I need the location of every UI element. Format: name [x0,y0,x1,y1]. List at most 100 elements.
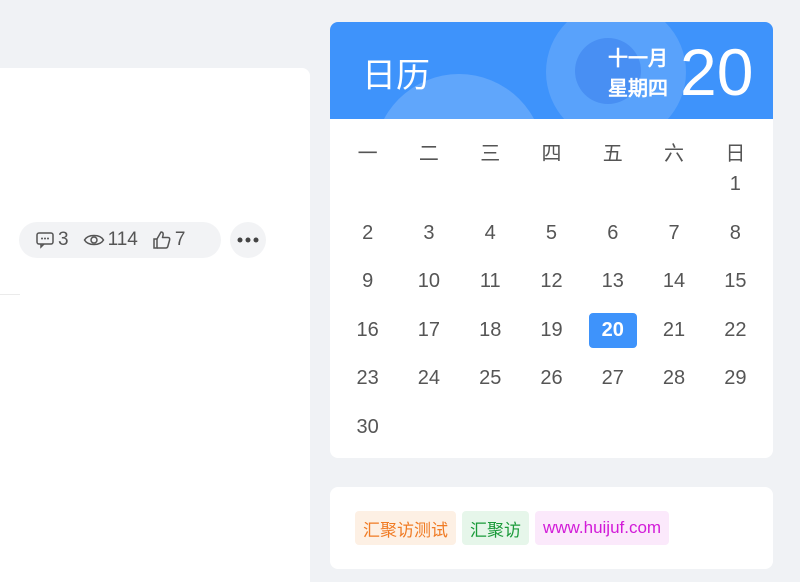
calendar-cell [705,410,766,459]
calendar-day[interactable]: 23 [344,361,392,396]
calendar-cell: 21 [643,313,704,362]
calendar-day[interactable]: 4 [466,216,514,251]
calendar-day[interactable]: 10 [405,264,453,299]
calendar-cell: 8 [705,216,766,265]
calendar-day[interactable]: 17 [405,313,453,348]
eye-icon [83,234,104,246]
calendar-cell: 3 [398,216,459,265]
calendar-day[interactable]: 9 [344,264,392,299]
weekday-header: 二 [418,142,439,165]
tag-link[interactable]: www.huijuf.com [535,511,670,545]
calendar-cell: 25 [460,361,521,410]
calendar-day[interactable]: 19 [527,313,575,348]
calendar-cell: 30 [337,410,398,459]
calendar-grid: 一 二 三 四 五 六 日 1 2 3 4 5 6 7 8 9 10 11 12 13 14 15 16 17 1… [337,135,766,458]
more-options-button[interactable] [230,222,266,258]
calendar-cell: 26 [521,361,582,410]
calendar-day[interactable]: 27 [589,361,637,396]
calendar-day[interactable]: 14 [650,264,698,299]
comment-icon [36,232,54,249]
weekday-header: 四 [541,142,562,165]
calendar-cell: 11 [460,264,521,313]
calendar-day[interactable]: 28 [650,361,698,396]
tag-link[interactable]: 汇聚访测试 [355,511,456,545]
calendar-cell: 12 [521,264,582,313]
calendar-cell [582,410,643,459]
calendar-cell: 22 [705,313,766,362]
calendar-cell [460,410,521,459]
divider [0,294,20,295]
calendar-cell: 23 [337,361,398,410]
weekday-header: 日 [725,142,746,165]
calendar-cell: 10 [398,264,459,313]
calendar-month: 十一月 [608,48,668,70]
weekday-header: 五 [602,142,623,165]
calendar-header: 日历 十一月 星期四 20 [330,22,773,119]
calendar-current-day: 20 [680,35,754,109]
calendar-cell [337,167,398,216]
post-card [0,68,310,582]
calendar-day[interactable]: 24 [405,361,453,396]
calendar-week-row: 9 10 11 12 13 14 15 [337,264,766,313]
calendar-day-today[interactable]: 20 [588,312,637,348]
calendar-cell [460,167,521,216]
like-count[interactable]: 7 [152,229,186,251]
calendar-cell [643,410,704,459]
calendar-day[interactable]: 26 [527,361,575,396]
calendar-weekday: 星期四 [608,78,668,100]
calendar-cell: 27 [582,361,643,410]
calendar-cell [398,167,459,216]
calendar-day[interactable]: 15 [711,264,759,299]
calendar-day[interactable]: 11 [466,264,514,299]
calendar-cell [521,167,582,216]
calendar-day[interactable]: 12 [527,264,575,299]
calendar-cell [582,167,643,216]
calendar-day[interactable]: 8 [711,216,759,251]
calendar-title: 日历 [362,57,430,95]
calendar-cell: 29 [705,361,766,410]
calendar-cell: 13 [582,264,643,313]
calendar-cell: 5 [521,216,582,265]
calendar-day[interactable]: 13 [589,264,637,299]
calendar-week-row: 1 [337,167,766,216]
calendar-cell: 7 [643,216,704,265]
calendar-day[interactable]: 16 [344,313,392,348]
calendar-cell: 4 [460,216,521,265]
more-dots-icon [237,237,259,243]
like-count-value: 7 [174,229,186,250]
calendar-day[interactable]: 22 [711,313,759,348]
calendar-day[interactable]: 3 [405,216,453,251]
calendar-cell: 24 [398,361,459,410]
calendar-cell: 18 [460,313,521,362]
calendar-day[interactable]: 2 [344,216,392,251]
comment-count[interactable]: 3 [35,229,69,251]
calendar-day[interactable]: 18 [466,313,514,348]
calendar-day[interactable]: 21 [650,313,698,348]
calendar-day[interactable]: 25 [466,361,514,396]
calendar-widget: 日历 十一月 星期四 20 一 二 三 四 五 六 日 1 2 3 4 5 6 7 8 9 10 1… [330,22,773,458]
calendar-day[interactable]: 29 [711,361,759,396]
calendar-week-row: 30 [337,410,766,459]
calendar-cell: 14 [643,264,704,313]
tag-link[interactable]: 汇聚访 [462,511,529,545]
calendar-cell: 15 [705,264,766,313]
calendar-cell [521,410,582,459]
calendar-cell: 6 [582,216,643,265]
thumbs-up-icon [153,231,171,249]
post-stats: 3 114 7 [19,222,221,258]
calendar-day[interactable]: 6 [589,216,637,251]
calendar-cell: 17 [398,313,459,362]
calendar-cell: 9 [337,264,398,313]
calendar-cell: 2 [337,216,398,265]
calendar-cell: 19 [521,313,582,362]
weekday-header: 三 [480,142,501,165]
calendar-week-row: 16 17 18 19 20 21 22 [337,312,766,362]
weekday-header: 六 [664,142,685,165]
tag-cloud: 汇聚访测试 汇聚访 www.huijuf.com [330,487,773,569]
calendar-day[interactable]: 7 [650,216,698,251]
calendar-day[interactable]: 1 [711,167,759,202]
weekday-header-row: 一 二 三 四 五 六 日 [337,135,766,167]
calendar-day[interactable]: 30 [344,410,392,445]
view-count: 114 [83,229,138,251]
calendar-day[interactable]: 5 [527,216,575,251]
